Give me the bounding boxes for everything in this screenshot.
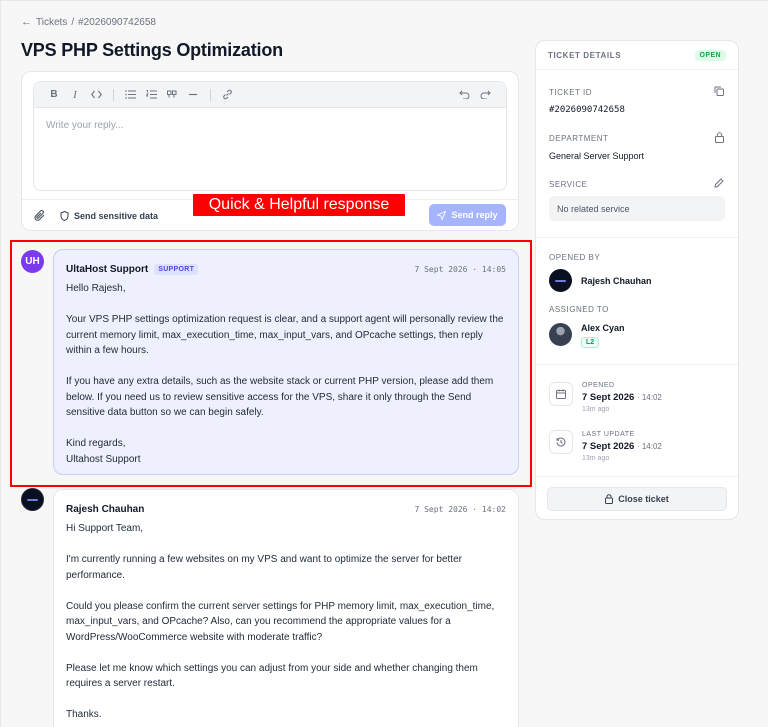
send-sensitive-data-label: Send sensitive data: [74, 210, 159, 221]
last-update-relative-time: 13m ago: [582, 455, 610, 462]
department-label: DEPARTMENT: [549, 134, 609, 143]
opened-date: 7 Sept 2026 · 14:02: [582, 392, 662, 403]
breadcrumb-current: #2026090742658: [78, 16, 156, 28]
pencil-icon[interactable]: [714, 178, 724, 188]
ticket-id-value: #2026090742658: [549, 105, 625, 115]
message-timestamp: 7 Sept 2026 · 14:05: [414, 264, 506, 274]
reply-textarea[interactable]: Write your reply...: [34, 108, 506, 143]
copy-icon[interactable]: [714, 86, 724, 96]
undo-icon[interactable]: [454, 85, 474, 105]
service-value: No related service: [549, 196, 725, 221]
quote-icon[interactable]: [162, 85, 182, 105]
send-reply-button[interactable]: Send reply: [429, 204, 506, 226]
page-title: VPS PHP Settings Optimization: [21, 40, 283, 60]
link-icon[interactable]: [217, 85, 237, 105]
status-badge: OPEN: [694, 49, 726, 61]
toolbar-divider: [113, 88, 114, 101]
bold-icon[interactable]: B: [44, 85, 64, 105]
back-arrow-icon[interactable]: ←: [21, 16, 32, 28]
last-update-label: LAST UPDATE: [582, 431, 635, 438]
support-badge: SUPPORT: [154, 263, 199, 275]
message-author: Rajesh Chauhan: [66, 503, 145, 515]
close-ticket-button[interactable]: Close ticket: [547, 487, 727, 511]
support-level-badge: L2: [581, 337, 600, 348]
avatar: [549, 269, 572, 292]
paperclip-icon[interactable]: [34, 209, 46, 222]
toolbar-divider: [210, 88, 211, 101]
opened-label: OPENED: [582, 382, 615, 389]
message-paragraph: Kind regards, Ultahost Support: [66, 438, 141, 465]
message-paragraph: Hello Rajesh,: [66, 283, 126, 294]
ticket-details-panel: TICKET DETAILS OPEN TICKET ID #202609074…: [535, 40, 739, 520]
message-paragraph: Could you please confirm the current ser…: [66, 600, 495, 643]
editor-toolbar: B I: [34, 82, 506, 108]
close-ticket-label: Close ticket: [618, 494, 669, 504]
message-paragraph: Thanks.: [66, 709, 102, 720]
message-paragraph: I'm currently running a few websites on …: [66, 554, 462, 581]
italic-icon[interactable]: I: [65, 85, 85, 105]
reply-editor: B I Write your reply...: [33, 81, 507, 191]
avatar: [21, 488, 44, 511]
breadcrumb: ← Tickets / #2026090742658: [21, 16, 156, 28]
breadcrumb-tickets-link[interactable]: Tickets: [36, 17, 67, 28]
lock-icon: [605, 494, 614, 504]
send-icon: [437, 210, 447, 220]
opened-relative-time: 13m ago: [582, 406, 610, 413]
divider: [536, 476, 738, 477]
message-paragraph: Please let me know which settings you ca…: [66, 662, 478, 690]
calendar-icon: [549, 382, 573, 406]
shield-icon: [60, 210, 69, 221]
ticket-id-label: TICKET ID: [549, 88, 593, 97]
redo-icon[interactable]: [475, 85, 495, 105]
send-sensitive-data-button[interactable]: Send sensitive data: [60, 210, 159, 221]
assigned-to-name: Alex Cyan: [581, 323, 625, 333]
customer-message: Rajesh Chauhan 7 Sept 2026 · 14:02 Hi Su…: [53, 489, 519, 727]
send-reply-label: Send reply: [451, 210, 498, 220]
breadcrumb-separator: /: [71, 16, 75, 28]
message-paragraph: Hi Support Team,: [66, 523, 144, 534]
opened-by-label: OPENED BY: [549, 253, 601, 262]
panel-title: TICKET DETAILS: [548, 50, 622, 60]
message-paragraph: If you have any extra details, such as t…: [66, 376, 494, 418]
bullet-list-icon[interactable]: [120, 85, 140, 105]
message-body: Hello Rajesh, Your VPS PHP settings opti…: [66, 281, 506, 467]
horizontal-rule-icon[interactable]: [183, 85, 203, 105]
divider: [536, 237, 738, 238]
assigned-to-label: ASSIGNED TO: [549, 305, 609, 314]
message-timestamp: 7 Sept 2026 · 14:02: [414, 504, 506, 514]
opened-by-name: Rajesh Chauhan: [581, 276, 652, 286]
numbered-list-icon[interactable]: [141, 85, 161, 105]
message-paragraph: Your VPS PHP settings optimization reque…: [66, 314, 504, 356]
support-message: UltaHost Support SUPPORT 7 Sept 2026 · 1…: [53, 249, 519, 475]
history-icon: [549, 430, 573, 454]
avatar: [549, 323, 572, 346]
message-body: Hi Support Team, I'm currently running a…: [66, 521, 506, 723]
last-update-date: 7 Sept 2026 · 14:02: [582, 441, 662, 452]
divider: [536, 364, 738, 365]
lock-icon: [715, 132, 724, 143]
code-icon[interactable]: [86, 85, 106, 105]
department-value: General Server Support: [549, 151, 645, 161]
message-author: UltaHost Support: [66, 263, 149, 275]
avatar: UH: [21, 250, 44, 273]
service-label: SERVICE: [549, 180, 588, 189]
annotation-label: Quick & Helpful response: [193, 194, 405, 216]
